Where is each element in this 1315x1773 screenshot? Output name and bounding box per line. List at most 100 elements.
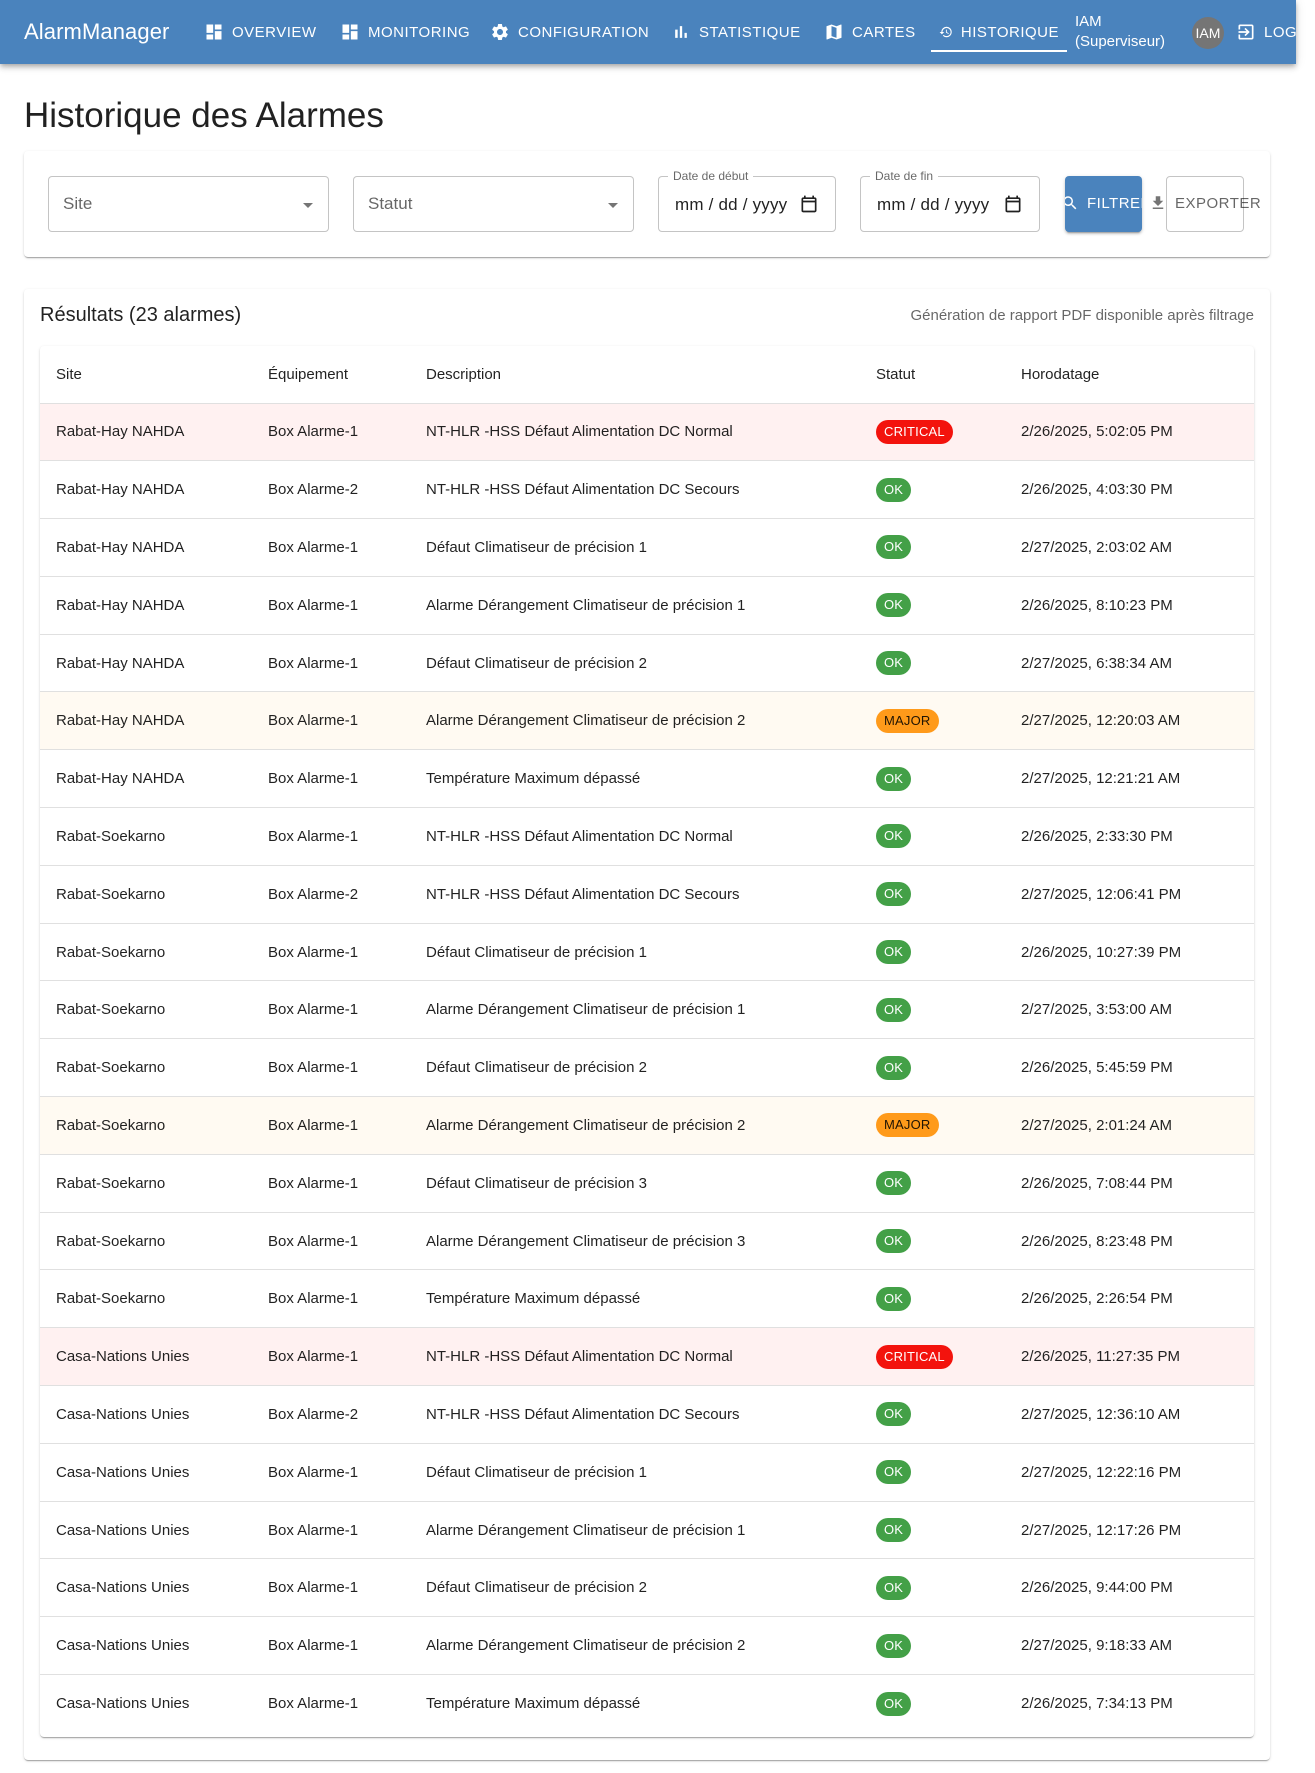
column-header-description[interactable]: Description: [410, 346, 860, 404]
site-cell: Casa-Nations Unies: [40, 1327, 252, 1387]
description-cell: Température Maximum dépassé: [410, 749, 860, 809]
table-row[interactable]: Rabat-Hay NAHDA Box Alarme-2 NT-HLR -HSS D…: [40, 460, 1254, 520]
calendar-icon[interactable]: [1003, 194, 1023, 214]
app-brand[interactable]: AlarmManager: [24, 19, 169, 45]
timestamp-cell: 2/26/2025, 11:27:35 PM: [1005, 1327, 1254, 1387]
start-date-field[interactable]: Date de début mm / dd / yyyy: [658, 169, 836, 232]
status-cell: OK: [860, 807, 1005, 866]
pdf-report-note: Génération de rapport PDF disponible apr…: [910, 307, 1254, 324]
table-row[interactable]: Rabat-Soekarno Box Alarme-1 Température Ma…: [40, 1269, 1254, 1329]
table-row[interactable]: Rabat-Soekarno Box Alarme-1 Alarme Dérange…: [40, 1096, 1254, 1155]
site-cell: Rabat-Hay NAHDA: [40, 518, 252, 577]
table-row[interactable]: Casa-Nations Unies Box Alarme-1 Alarme Dér…: [40, 1616, 1254, 1676]
table-row[interactable]: Rabat-Soekarno Box Alarme-1 Défaut Climati…: [40, 1038, 1254, 1098]
description-cell: Alarme Dérangement Climatiseur de précis…: [410, 1212, 860, 1271]
timestamp-cell: 2/27/2025, 9:18:33 AM: [1005, 1616, 1254, 1676]
avatar[interactable]: IAM: [1192, 17, 1224, 49]
table-row[interactable]: Rabat-Hay NAHDA Box Alarme-1 Alarme Dérang…: [40, 576, 1254, 635]
table-row[interactable]: Casa-Nations Unies Box Alarme-1 Défaut Cli…: [40, 1558, 1254, 1618]
equipment-cell: Box Alarme-1: [252, 1212, 410, 1271]
timestamp-cell: 2/26/2025, 4:03:30 PM: [1005, 460, 1254, 520]
site-cell: Casa-Nations Unies: [40, 1501, 252, 1560]
column-header-status[interactable]: Statut: [860, 346, 1005, 404]
table-row[interactable]: Rabat-Soekarno Box Alarme-1 Alarme Dérange…: [40, 1212, 1254, 1271]
timestamp-cell: 2/27/2025, 12:17:26 PM: [1005, 1501, 1254, 1560]
status-badge: OK: [876, 1633, 912, 1658]
table-row[interactable]: Rabat-Soekarno Box Alarme-1 NT-HLR -HSS Dé…: [40, 807, 1254, 866]
nav-statistique[interactable]: STATISTIQUE: [663, 14, 809, 50]
site-cell: Rabat-Soekarno: [40, 1038, 252, 1098]
site-select[interactable]: Site: [48, 176, 329, 232]
table-row[interactable]: Rabat-Soekarno Box Alarme-1 Défaut Climati…: [40, 923, 1254, 982]
site-cell: Rabat-Hay NAHDA: [40, 576, 252, 635]
table-row[interactable]: Rabat-Hay NAHDA Box Alarme-1 Défaut Climat…: [40, 634, 1254, 693]
logout-button[interactable]: LOGOUT: [1236, 14, 1296, 50]
map-icon: [826, 24, 842, 40]
site-cell: Rabat-Hay NAHDA: [40, 460, 252, 520]
equipment-cell: Box Alarme-1: [252, 923, 410, 982]
site-cell: Rabat-Soekarno: [40, 1212, 252, 1271]
end-date-value: mm / dd / yyyy: [877, 195, 990, 214]
table-row[interactable]: Casa-Nations Unies Box Alarme-2 NT-HLR -HS…: [40, 1385, 1254, 1444]
nav-historique-label: HISTORIQUE: [960, 23, 1059, 41]
table-row[interactable]: Rabat-Hay NAHDA Box Alarme-1 Défaut Climat…: [40, 518, 1254, 577]
nav-overview[interactable]: OVERVIEW: [196, 14, 325, 50]
timestamp-cell: 2/27/2025, 6:38:34 AM: [1005, 634, 1254, 693]
status-badge: OK: [876, 477, 912, 502]
column-header-timestamp[interactable]: Horodatage: [1005, 346, 1254, 404]
site-cell: Casa-Nations Unies: [40, 1385, 252, 1444]
table-row[interactable]: Rabat-Soekarno Box Alarme-1 Défaut Climati…: [40, 1154, 1254, 1213]
dashboard-icon: [206, 24, 222, 40]
equipment-cell: Box Alarme-2: [252, 460, 410, 520]
table-row[interactable]: Rabat-Soekarno Box Alarme-2 NT-HLR -HSS Dé…: [40, 865, 1254, 924]
export-button[interactable]: EXPORTER: [1152, 176, 1261, 232]
description-cell: Alarme Dérangement Climatiseur de précis…: [410, 691, 860, 751]
status-cell: OK: [860, 980, 1005, 1040]
table-row[interactable]: Casa-Nations Unies Box Alarme-1 Alarme Dér…: [40, 1501, 1254, 1560]
column-header-equipment[interactable]: Équipement: [252, 346, 410, 404]
site-cell: Casa-Nations Unies: [40, 1558, 252, 1618]
nav-cartes[interactable]: CARTES: [816, 14, 924, 50]
timestamp-cell: 2/26/2025, 2:33:30 PM: [1005, 807, 1254, 866]
nav-monitoring[interactable]: MONITORING: [332, 14, 478, 50]
status-badge: OK: [876, 535, 912, 560]
status-cell: OK: [860, 1558, 1005, 1618]
user-name: IAM: [1075, 13, 1102, 30]
timestamp-cell: 2/27/2025, 12:36:10 AM: [1005, 1385, 1254, 1444]
end-date-field[interactable]: Date de fin mm / dd / yyyy: [860, 169, 1040, 232]
start-date-value: mm / dd / yyyy: [675, 195, 788, 214]
logout-label: LOGOUT: [1264, 23, 1296, 41]
table-row[interactable]: Rabat-Soekarno Box Alarme-1 Alarme Dérange…: [40, 980, 1254, 1040]
logout-icon: [1238, 24, 1254, 40]
table-row[interactable]: Casa-Nations Unies Box Alarme-1 Défaut Cli…: [40, 1443, 1254, 1502]
table-row[interactable]: Casa-Nations Unies Box Alarme-1 NT-HLR -HS…: [40, 1327, 1254, 1387]
gear-icon: [492, 23, 508, 40]
table-row[interactable]: Casa-Nations Unies Box Alarme-1 Températur…: [40, 1675, 1254, 1733]
site-cell: Rabat-Hay NAHDA: [40, 691, 252, 751]
description-cell: NT-HLR -HSS Défaut Alimentation DC Norma…: [410, 807, 860, 866]
table-row[interactable]: Rabat-Hay NAHDA Box Alarme-1 NT-HLR -HSS D…: [40, 403, 1254, 462]
status-cell: OK: [860, 518, 1005, 577]
timestamp-cell: 2/27/2025, 3:53:00 AM: [1005, 980, 1254, 1040]
status-cell: MAJOR: [860, 1096, 1005, 1155]
nav-monitoring-label: MONITORING: [368, 23, 471, 41]
column-header-site[interactable]: Site: [40, 346, 252, 404]
table-row[interactable]: Rabat-Hay NAHDA Box Alarme-1 Alarme Dérang…: [40, 691, 1254, 751]
filter-button[interactable]: FILTRER: [1065, 176, 1142, 232]
nav-historique[interactable]: HISTORIQUE: [931, 14, 1067, 52]
calendar-icon[interactable]: [799, 194, 819, 214]
table-body: Rabat-Hay NAHDA Box Alarme-1 NT-HLR -HSS D…: [40, 403, 1254, 1732]
status-badge: OK: [876, 1691, 912, 1716]
equipment-cell: Box Alarme-1: [268, 1695, 359, 1713]
status-cell: MAJOR: [860, 691, 1005, 751]
page-title: Historique des Alarmes: [24, 96, 384, 135]
status-badge: OK: [876, 1518, 912, 1543]
status-badge: MAJOR: [876, 708, 939, 733]
status-select[interactable]: Statut: [353, 176, 634, 232]
table-row[interactable]: Rabat-Hay NAHDA Box Alarme-1 Température M…: [40, 749, 1254, 809]
site-cell: Casa-Nations Unies: [40, 1616, 252, 1676]
user-info: IAM (Superviseur): [1075, 12, 1165, 52]
timestamp-cell: 2/26/2025, 5:02:05 PM: [1005, 403, 1254, 462]
nav-configuration[interactable]: CONFIGURATION: [482, 14, 657, 50]
nav-configuration-label: CONFIGURATION: [518, 23, 650, 41]
